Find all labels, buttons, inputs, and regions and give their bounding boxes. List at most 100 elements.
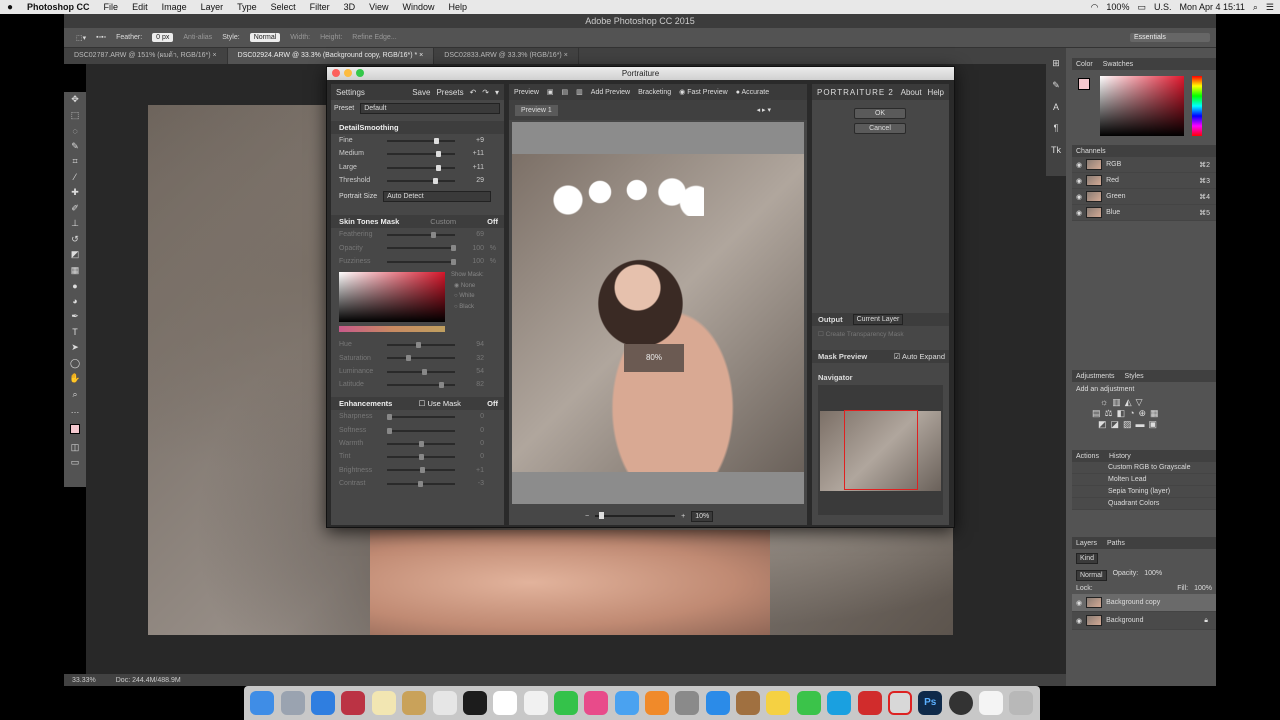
tab-paths[interactable]: Paths: [1107, 540, 1125, 547]
slider-value[interactable]: 94: [460, 341, 484, 348]
fill-value[interactable]: 100%: [1194, 585, 1212, 592]
hue-slider[interactable]: [1192, 76, 1202, 136]
slider-value[interactable]: 0: [460, 413, 484, 420]
healing-brush-icon[interactable]: ✚: [64, 185, 86, 201]
slider-track[interactable]: [387, 414, 455, 421]
marquee-tool-icon[interactable]: ⬚▾: [76, 34, 86, 42]
slider-knob[interactable]: [436, 164, 442, 171]
script-editor-icon[interactable]: [736, 691, 761, 715]
fast-preview-radio[interactable]: ◉ Fast Preview: [679, 88, 728, 96]
save-button[interactable]: Save: [412, 88, 430, 97]
skin-off-button[interactable]: Off: [487, 217, 498, 226]
slider-knob[interactable]: [439, 381, 445, 388]
app-icon-frame[interactable]: [887, 691, 912, 715]
kind-filter[interactable]: Kind: [1076, 553, 1099, 564]
slider-row[interactable]: Feathering 69: [331, 228, 504, 241]
slider-row[interactable]: Threshold 29: [331, 174, 504, 187]
slider-row[interactable]: Tint 0: [331, 450, 504, 463]
menu-select[interactable]: Select: [264, 2, 303, 12]
eye-icon[interactable]: ◉: [1076, 209, 1082, 217]
slider-track[interactable]: [387, 480, 455, 487]
slider-track[interactable]: [387, 151, 455, 158]
help-button[interactable]: Help: [928, 88, 944, 97]
slider-value[interactable]: +11: [460, 150, 484, 157]
menu-file[interactable]: File: [97, 2, 126, 12]
slider-value[interactable]: +11: [460, 164, 484, 171]
slider-value[interactable]: 29: [460, 177, 484, 184]
slider-knob[interactable]: [387, 427, 392, 434]
tab-styles[interactable]: Styles: [1125, 373, 1144, 380]
slider-knob[interactable]: [420, 467, 426, 474]
glyphs-panel-icon[interactable]: Tk: [1046, 142, 1066, 158]
gradient-icon[interactable]: ▦: [64, 263, 86, 279]
slider-knob[interactable]: [415, 342, 421, 349]
about-button[interactable]: About: [901, 88, 922, 97]
menu-3d[interactable]: 3D: [337, 2, 363, 12]
launchpad-icon[interactable]: [280, 691, 305, 715]
single-view-icon[interactable]: ▣: [547, 88, 554, 96]
zoom-slider[interactable]: [595, 512, 676, 519]
eye-icon[interactable]: ◉: [1076, 193, 1082, 201]
adjustment-icons-row-3[interactable]: ◩◪▨▬▣: [1072, 419, 1216, 430]
tab-preview-1[interactable]: Preview 1: [515, 104, 558, 116]
slider-value[interactable]: 69: [460, 231, 484, 238]
screen-mode-icon[interactable]: ▭: [64, 455, 86, 471]
slider-row[interactable]: Fuzziness 100%: [331, 255, 504, 268]
slider-row[interactable]: Warmth 0: [331, 437, 504, 450]
create-mask-checkbox[interactable]: ☐ Create Transparency Mask: [818, 330, 904, 338]
feather-input[interactable]: 0 px: [152, 33, 174, 42]
eraser-icon[interactable]: ◩: [64, 247, 86, 263]
slider-row[interactable]: Medium +11: [331, 147, 504, 160]
skin-color-field[interactable]: [339, 272, 445, 323]
split-horizontal-icon[interactable]: ▤: [562, 88, 569, 96]
slider-value[interactable]: -3: [460, 480, 484, 487]
zoom-tool-icon[interactable]: ⌕: [64, 387, 86, 403]
doc-size[interactable]: Doc: 244.4M/488.9M: [116, 677, 181, 684]
tab-doc-2[interactable]: DSC02924.ARW @ 33.3% (Background copy, R…: [227, 48, 435, 64]
enh-off-button[interactable]: Off: [487, 399, 498, 408]
menu-filter[interactable]: Filter: [303, 2, 337, 12]
zoom-window-button[interactable]: [356, 69, 364, 77]
slider-track[interactable]: [387, 368, 455, 375]
notification-icon[interactable]: ☰: [1266, 2, 1274, 13]
adjustment-icons-row-2[interactable]: ▤⚖◧◔⊕▦: [1072, 408, 1216, 419]
slider-row[interactable]: Hue 94: [331, 338, 504, 351]
settings-menu-icon[interactable]: ▾: [495, 88, 499, 97]
opacity-value[interactable]: 100%: [1144, 570, 1162, 581]
document-icon[interactable]: [978, 691, 1003, 715]
slider-row[interactable]: Fine +9: [331, 134, 504, 147]
input-source[interactable]: U.S.: [1154, 2, 1172, 12]
photos-icon[interactable]: [766, 691, 791, 715]
slider-knob[interactable]: [387, 414, 392, 421]
portrait-size-select[interactable]: Auto Detect: [383, 190, 492, 202]
portraiture-icon[interactable]: [948, 691, 973, 715]
antialias-checkbox[interactable]: Anti-alias: [183, 34, 212, 41]
messages-icon[interactable]: [614, 691, 639, 715]
eye-icon[interactable]: ◉: [1076, 599, 1082, 607]
channel-row-rgb[interactable]: ◉ RGB ⌘2: [1072, 157, 1216, 173]
menu-type[interactable]: Type: [230, 2, 264, 12]
style-select[interactable]: Normal: [249, 33, 281, 42]
slider-value[interactable]: +1: [460, 467, 484, 474]
tab-adjustments[interactable]: Adjustments: [1076, 373, 1115, 380]
adjustment-icons-row-1[interactable]: ☼▥◭▽: [1072, 397, 1216, 408]
color-swatches-icon[interactable]: [64, 418, 86, 440]
foreground-swatch[interactable]: [1078, 78, 1090, 90]
close-window-button[interactable]: [332, 69, 340, 77]
action-item[interactable]: Custom RGB to Grayscale: [1072, 462, 1216, 474]
slider-knob[interactable]: [433, 138, 439, 144]
tab-history[interactable]: History: [1109, 453, 1131, 460]
more-tools-icon[interactable]: …: [64, 402, 86, 418]
split-vertical-icon[interactable]: ▥: [576, 88, 583, 96]
mask-preview-header[interactable]: Mask Preview ☑ Auto Expand: [812, 350, 949, 363]
slider-knob[interactable]: [436, 151, 442, 158]
slider-knob[interactable]: [451, 258, 456, 265]
slider-row[interactable]: Large +11: [331, 161, 504, 174]
cancel-button[interactable]: Cancel: [854, 123, 906, 134]
zoom-in-button[interactable]: +: [681, 513, 685, 520]
slider-value[interactable]: 0: [460, 440, 484, 447]
action-item[interactable]: Quadrant Colors: [1072, 498, 1216, 510]
slider-knob[interactable]: [419, 440, 424, 447]
facetime-icon[interactable]: [553, 691, 578, 715]
menu-app[interactable]: Photoshop CC: [20, 2, 97, 12]
